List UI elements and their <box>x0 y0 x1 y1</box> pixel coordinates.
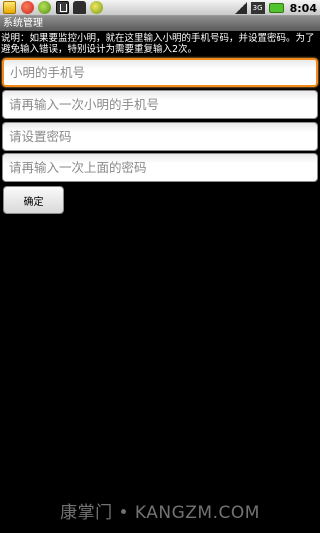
phone-input[interactable] <box>2 58 318 87</box>
app-title: 系统管理 <box>3 18 43 29</box>
description-text: 说明：如果要监控小明，就在这里输入小明的手机号码，并设置密码。为了避免输入错误，… <box>1 33 315 55</box>
password-confirm-input[interactable] <box>2 153 318 182</box>
network-type-icon: 3G <box>250 2 265 14</box>
app-notification-icon <box>38 1 51 14</box>
status-right: 3G 8:04 <box>234 1 317 15</box>
status-bar: 3G 8:04 <box>0 0 320 16</box>
android-icon <box>73 1 86 14</box>
watermark: 康掌门 • KANGZM.COM <box>60 503 260 523</box>
usb-icon <box>56 1 69 14</box>
battery-icon <box>268 3 284 13</box>
alert-icon <box>21 1 34 14</box>
screen: 3G 8:04 系统管理 说明：如果要监控小明，就在这里输入小明的手机号码，并设… <box>0 0 320 533</box>
app-title-bar: 系统管理 <box>0 16 320 31</box>
password-input[interactable] <box>2 122 318 151</box>
app-notification-icon <box>90 1 103 14</box>
phone-confirm-input[interactable] <box>2 90 318 119</box>
signal-icon <box>234 2 247 14</box>
confirm-button[interactable]: 确定 <box>3 186 64 214</box>
clock: 8:04 <box>289 1 317 15</box>
battery-warning-icon <box>3 1 16 14</box>
